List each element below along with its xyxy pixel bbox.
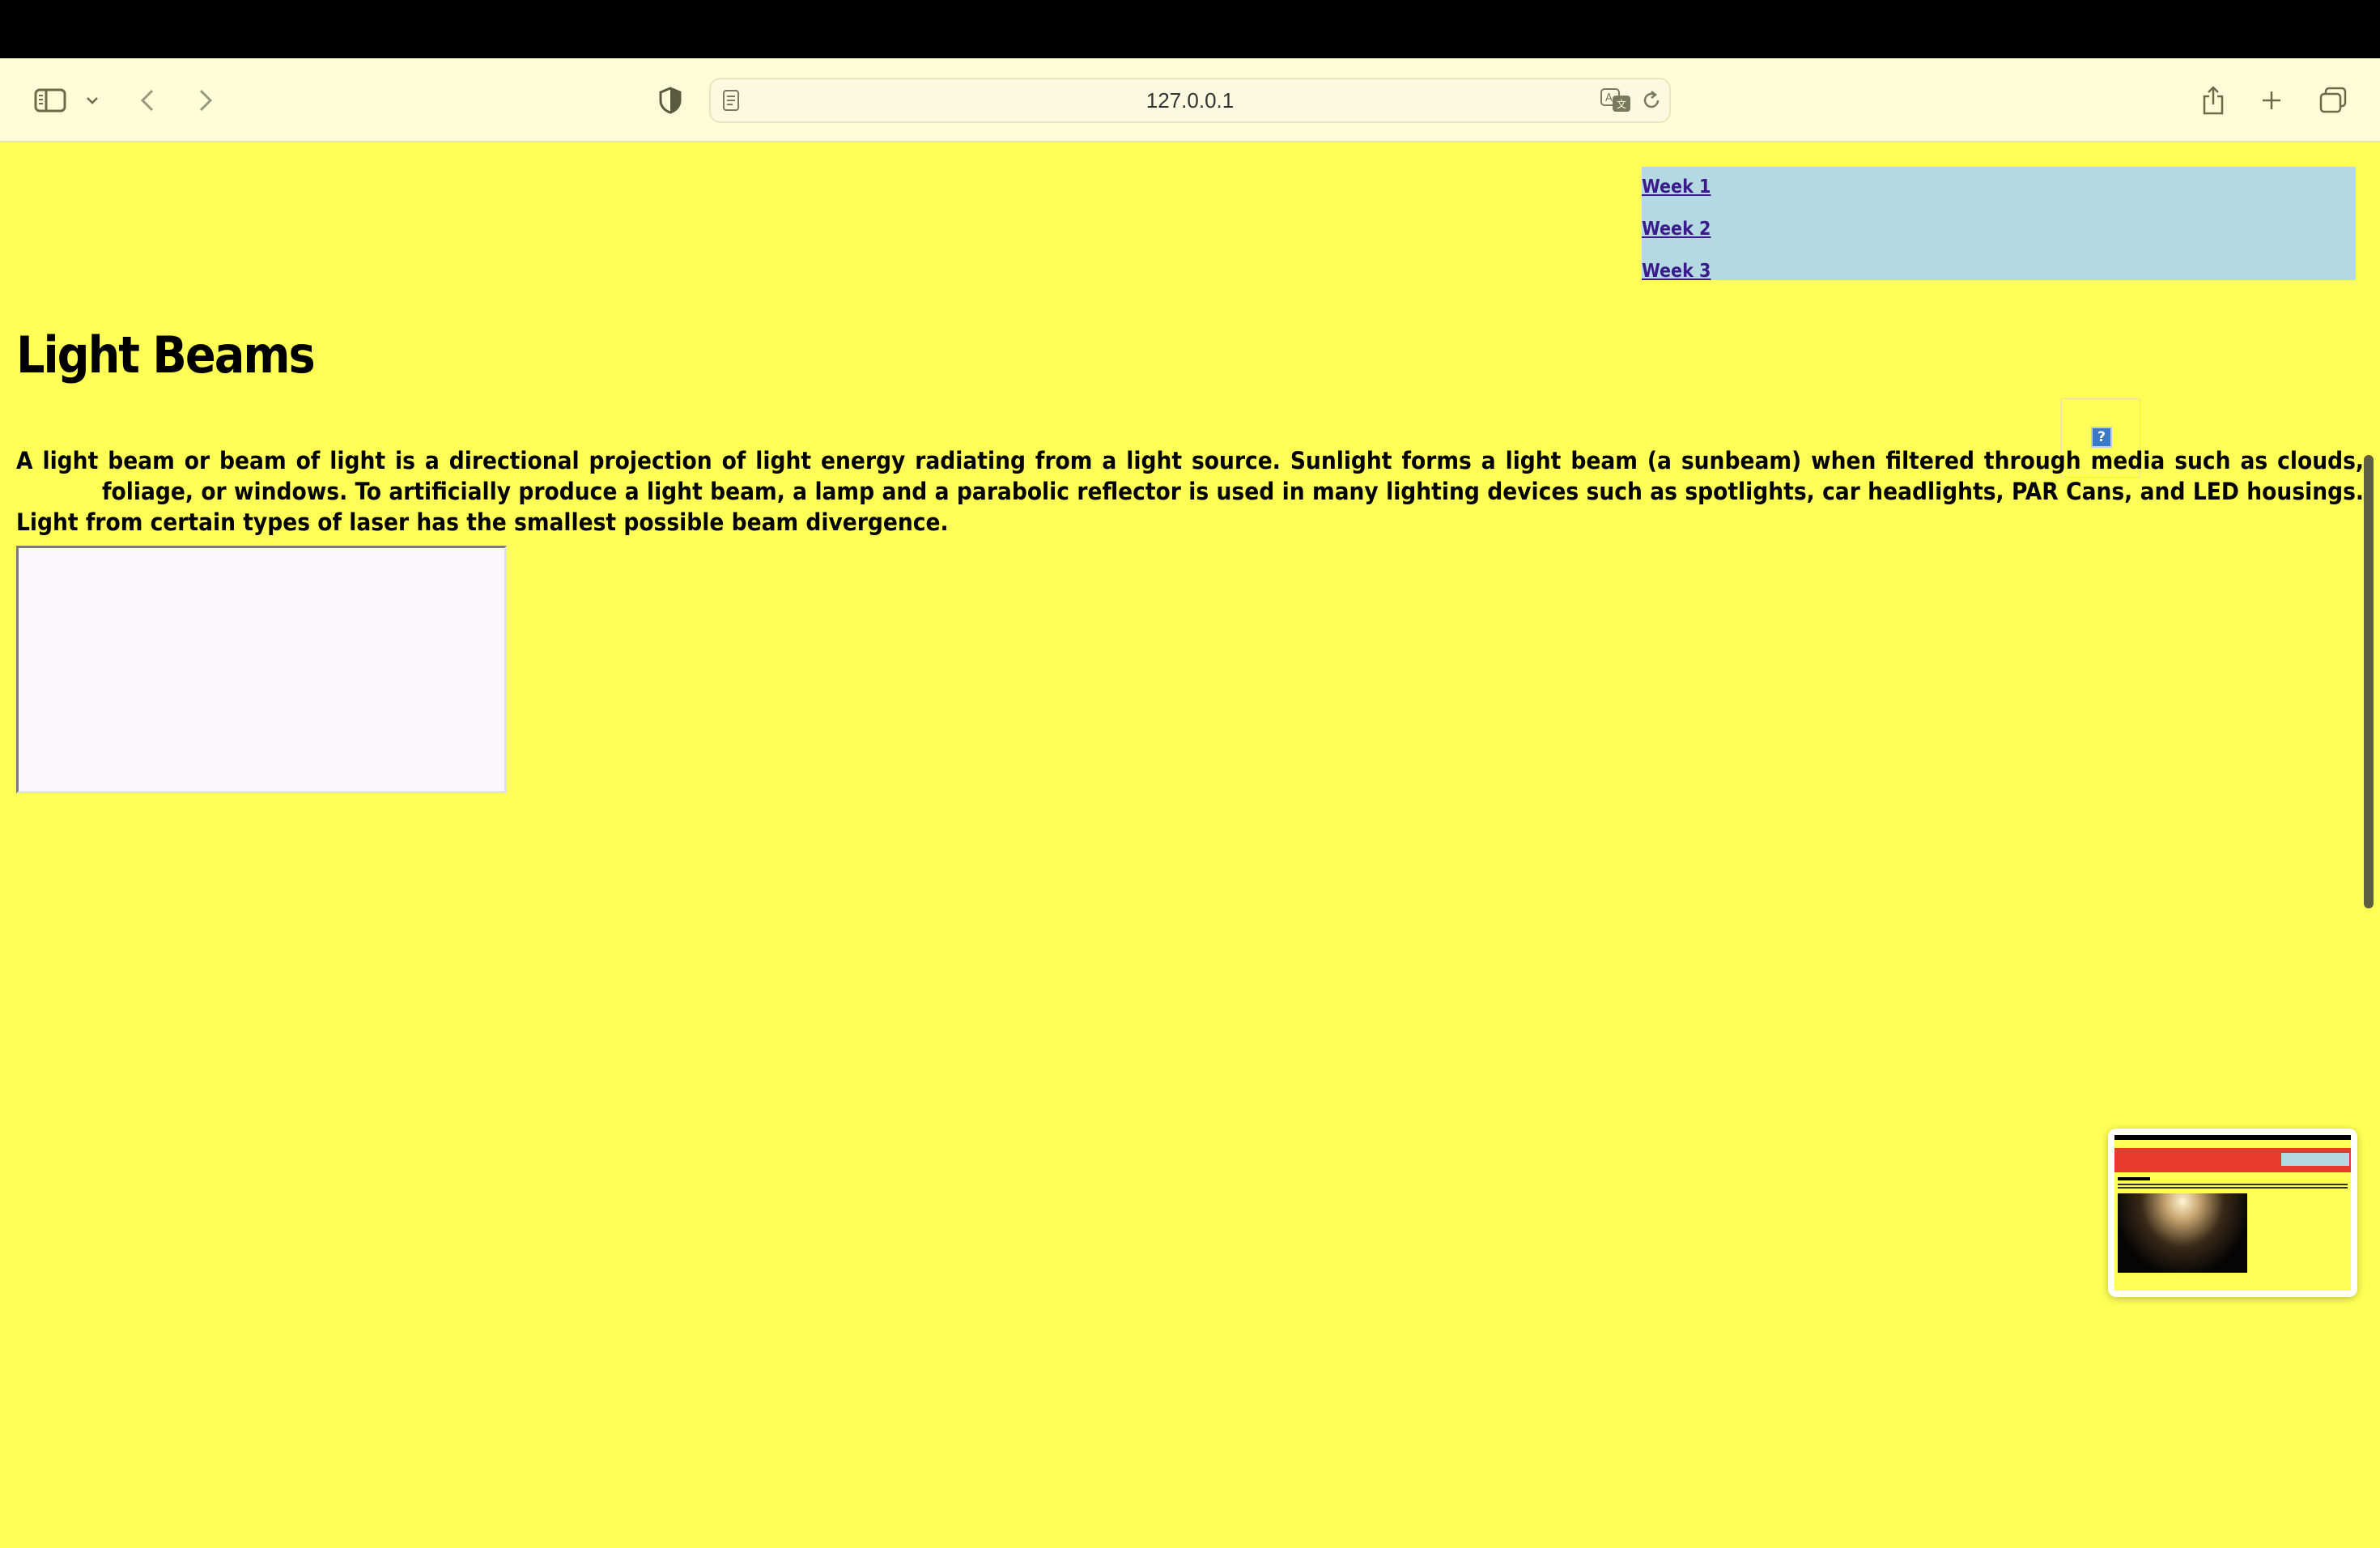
new-tab-icon: [2263, 91, 2280, 109]
sidebar-icon: [34, 88, 66, 113]
nav-link-week-1[interactable]: Week 1: [1642, 176, 1711, 198]
embedded-media-frame[interactable]: [16, 546, 507, 793]
address-bar[interactable]: 127.0.0.1 A 文: [709, 78, 1671, 123]
back-button[interactable]: [133, 78, 162, 123]
svg-text:A: A: [1605, 92, 1613, 104]
browser-toolbar: 127.0.0.1 A 文: [0, 58, 2380, 142]
privacy-report-button[interactable]: [654, 78, 686, 123]
sidebar-menu-button[interactable]: [81, 78, 104, 123]
sidebar-toggle-button[interactable]: [29, 78, 71, 123]
thumbnail-image: [2114, 1135, 2351, 1291]
article-paragraph: A light beam or beam of light is a direc…: [16, 445, 2364, 538]
tab-overview-button[interactable]: [2315, 78, 2351, 123]
forward-icon: [199, 89, 213, 112]
paragraph-text-part2: foliage, or windows. To artificially pro…: [16, 478, 2364, 536]
paragraph-text-part1: A light beam or beam of light is a direc…: [16, 447, 2364, 474]
forward-button[interactable]: [191, 78, 220, 123]
svg-text:文: 文: [1617, 98, 1626, 110]
back-icon: [140, 89, 154, 112]
nav-link-week-3[interactable]: Week 3: [1642, 261, 1711, 282]
new-tab-button[interactable]: [2255, 78, 2288, 123]
nav-link-week-2[interactable]: Week 2: [1642, 219, 1711, 240]
shield-icon: [659, 87, 682, 114]
vertical-scrollbar[interactable]: [2364, 455, 2374, 908]
url-text[interactable]: 127.0.0.1: [711, 79, 1669, 121]
page-title: Light Beams: [16, 325, 316, 385]
system-menu-bar: [0, 0, 2380, 58]
share-button[interactable]: [2195, 78, 2231, 123]
tabs-icon: [2319, 87, 2347, 113]
week-navigation: Week 1 Week 2 Week 3: [1642, 167, 2356, 282]
page-preview-thumbnail[interactable]: [2108, 1129, 2357, 1297]
translate-icon[interactable]: A 文: [1600, 87, 1632, 113]
chevron-down-icon: [87, 97, 98, 104]
share-icon: [2203, 86, 2224, 115]
page-content: Week 1 Week 2 Week 3 Light Beams ? A lig…: [0, 142, 2380, 1548]
reload-icon[interactable]: [1640, 89, 1663, 112]
